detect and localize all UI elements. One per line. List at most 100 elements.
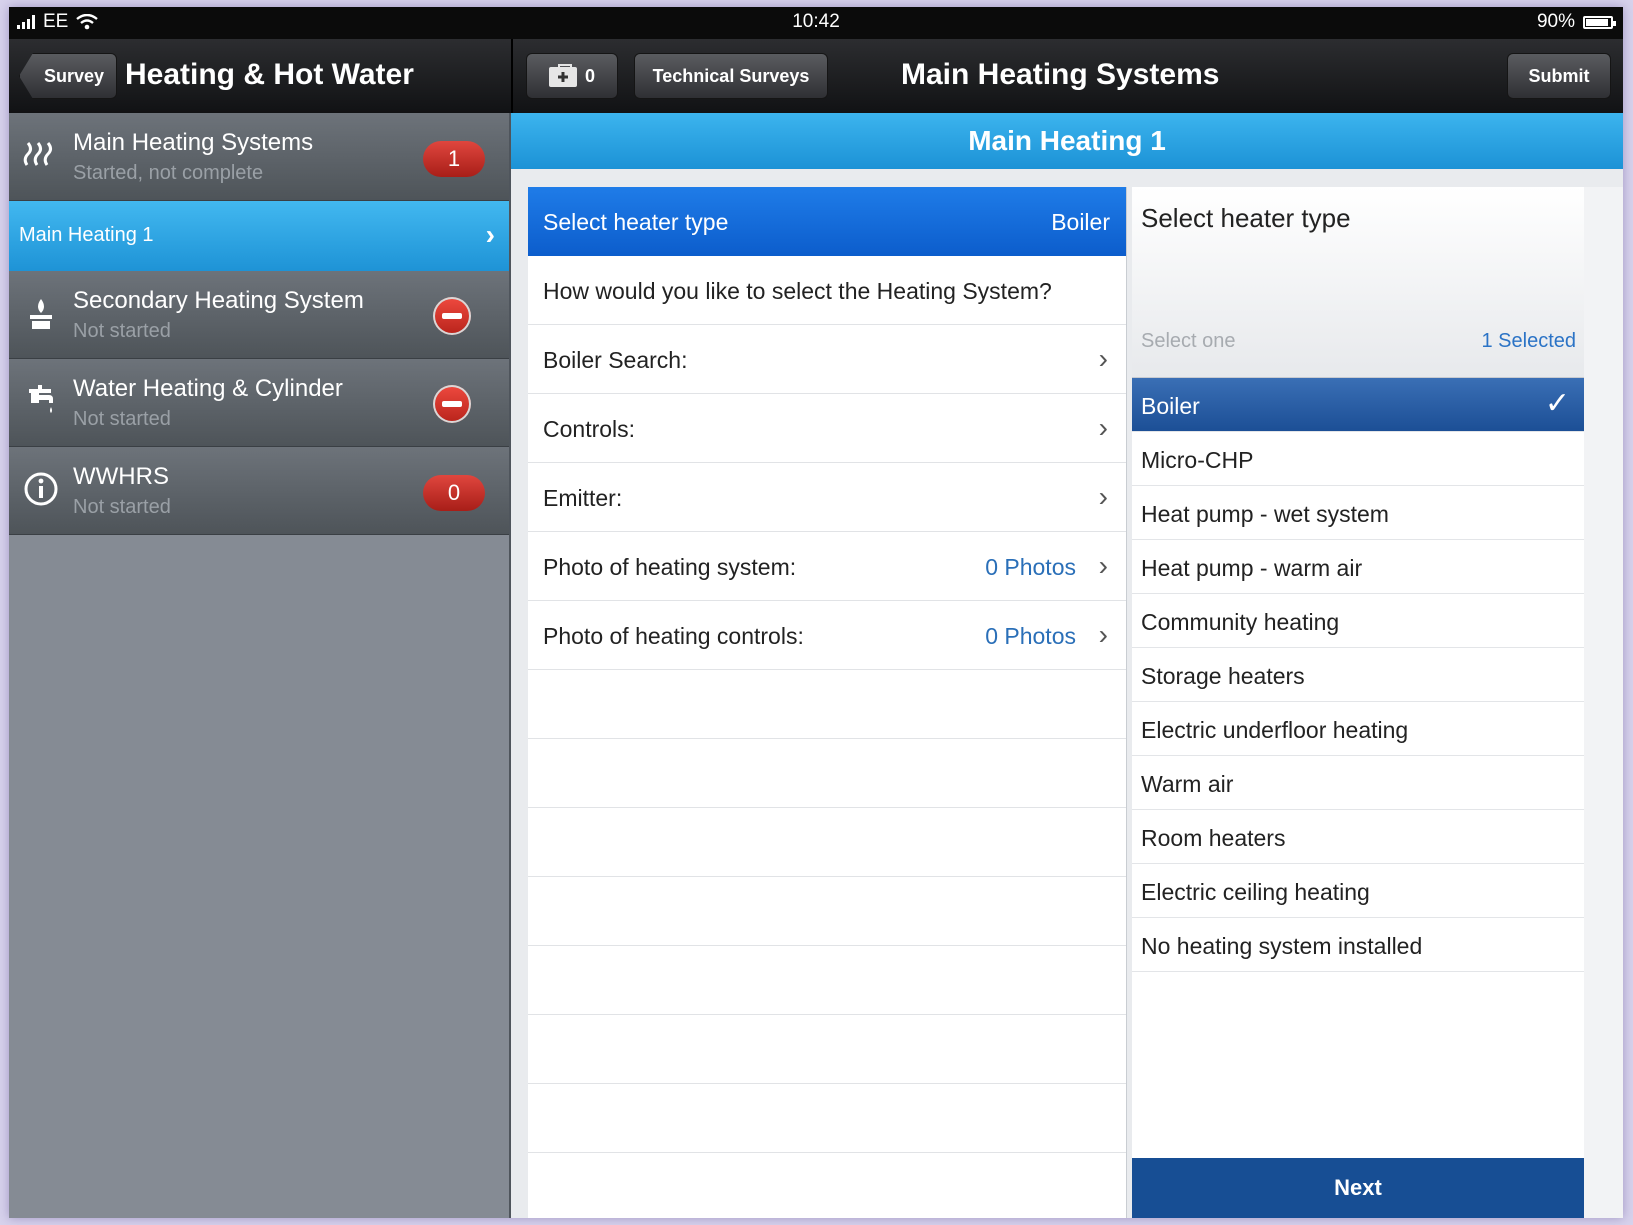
- boiler-search-row[interactable]: Boiler Search: ›: [528, 325, 1126, 394]
- survey-back-button[interactable]: Survey: [19, 53, 117, 99]
- photo-count: 0 Photos: [985, 554, 1076, 580]
- sidebar-item-water-heating[interactable]: Water Heating & Cylinder Not started: [9, 359, 509, 447]
- empty-row: [528, 946, 1126, 1015]
- sidebar: Main Heating Systems Started, not comple…: [9, 113, 511, 1218]
- option-micro-chp[interactable]: Micro-CHP: [1132, 432, 1584, 486]
- option-label: No heating system installed: [1141, 933, 1423, 959]
- option-heat-pump-wet[interactable]: Heat pump - wet system: [1132, 486, 1584, 540]
- count-badge: 1: [423, 141, 485, 177]
- empty-row: [528, 1153, 1126, 1218]
- not-started-icon: [433, 297, 471, 335]
- sidebar-item-secondary-heating[interactable]: Secondary Heating System Not started: [9, 271, 509, 359]
- option-label: Boiler: [1141, 393, 1200, 419]
- picker-title: Select heater type: [1141, 203, 1351, 233]
- empty-row: [528, 808, 1126, 877]
- sidebar-item-title: Water Heating & Cylinder: [73, 375, 343, 402]
- selected-count: 1 Selected: [1481, 330, 1576, 352]
- option-label: Micro-CHP: [1141, 447, 1254, 473]
- option-storage-heaters[interactable]: Storage heaters: [1132, 648, 1584, 702]
- sidebar-item-status: Not started: [73, 408, 171, 430]
- picker-margin: [1584, 187, 1623, 1218]
- option-label: Room heaters: [1141, 825, 1286, 851]
- row-label: Photo of heating system:: [543, 554, 797, 580]
- picker-hint: Select one: [1141, 330, 1236, 352]
- option-community-heating[interactable]: Community heating: [1132, 594, 1584, 648]
- medical-kit-icon: [548, 64, 577, 88]
- heater-type-row[interactable]: Select heater type Boiler: [528, 187, 1126, 256]
- status-bar: EE 10:42 90%: [9, 7, 1623, 39]
- option-label: Electric underfloor heating: [1141, 717, 1409, 743]
- info-icon: [21, 469, 61, 509]
- option-label: Heat pump - wet system: [1141, 501, 1389, 527]
- sidebar-subitem-label: Main Heating 1: [19, 224, 154, 246]
- chevron-right-icon: ›: [1098, 481, 1108, 512]
- option-electric-ceiling[interactable]: Electric ceiling heating: [1132, 864, 1584, 918]
- empty-row: [528, 670, 1126, 739]
- technical-surveys-button[interactable]: Technical Surveys: [634, 53, 828, 99]
- option-label: Heat pump - warm air: [1141, 555, 1363, 581]
- sidebar-title: Heating & Hot Water: [125, 58, 414, 91]
- chevron-right-icon: ›: [485, 219, 495, 250]
- tap-icon: [21, 381, 61, 421]
- nav-divider: [511, 39, 513, 113]
- fireplace-icon: [21, 293, 61, 333]
- next-button[interactable]: Next: [1132, 1158, 1584, 1218]
- sidebar-item-wwhrs[interactable]: WWHRS Not started 0: [9, 447, 509, 535]
- row-label: Controls:: [543, 416, 636, 442]
- section-header: Main Heating 1: [511, 113, 1623, 169]
- photo-heating-controls-row[interactable]: Photo of heating controls: 0 Photos ›: [528, 601, 1126, 670]
- chevron-right-icon: ›: [1098, 343, 1108, 374]
- sidebar-item-title: Secondary Heating System: [73, 287, 364, 314]
- chevron-right-icon: ›: [1098, 550, 1108, 581]
- controls-row[interactable]: Controls: ›: [528, 394, 1126, 463]
- picker-header: Select heater type Select one 1 Selected: [1132, 187, 1584, 378]
- heater-type-picker: Select heater type Select one 1 Selected…: [1132, 187, 1623, 1218]
- option-boiler[interactable]: Boiler ✓: [1132, 378, 1584, 432]
- clock: 10:42: [792, 11, 840, 32]
- photo-heating-system-row[interactable]: Photo of heating system: 0 Photos ›: [528, 532, 1126, 601]
- row-label: Photo of heating controls:: [543, 623, 804, 649]
- empty-row: [528, 1015, 1126, 1084]
- battery-percent: 90%: [1536, 11, 1575, 32]
- toolkit-count: 0: [584, 65, 595, 86]
- checkmark-icon: ✓: [1544, 387, 1570, 420]
- navigation-bar: Survey Heating & Hot Water 0 Technical S…: [9, 39, 1623, 113]
- chevron-right-icon: ›: [1098, 412, 1108, 443]
- sidebar-item-status: Started, not complete: [73, 162, 264, 184]
- option-warm-air[interactable]: Warm air: [1132, 756, 1584, 810]
- not-started-icon: [433, 385, 471, 423]
- photo-count: 0 Photos: [985, 623, 1076, 649]
- option-label: Electric ceiling heating: [1141, 879, 1370, 905]
- heater-type-value: Boiler: [1051, 209, 1110, 235]
- battery-icon: [1583, 15, 1616, 29]
- sidebar-item-status: Not started: [73, 320, 171, 342]
- option-label: Warm air: [1141, 771, 1234, 797]
- ipad-screen: EE 10:42 90% Survey Heating & Hot Water …: [9, 7, 1623, 1218]
- option-no-heating[interactable]: No heating system installed: [1132, 918, 1584, 972]
- heat-waves-icon: [21, 135, 61, 175]
- toolkit-button[interactable]: 0: [526, 53, 618, 99]
- empty-row: [528, 1084, 1126, 1153]
- question-text: How would you like to select the Heating…: [543, 278, 1052, 304]
- empty-row: [528, 877, 1126, 946]
- option-heat-pump-air[interactable]: Heat pump - warm air: [1132, 540, 1584, 594]
- page-title: Main Heating Systems: [901, 58, 1220, 91]
- option-label: Storage heaters: [1141, 663, 1305, 689]
- option-room-heaters[interactable]: Room heaters: [1132, 810, 1584, 864]
- option-label: Community heating: [1141, 609, 1340, 635]
- sidebar-item-status: Not started: [73, 496, 171, 518]
- row-label: Emitter:: [543, 485, 623, 511]
- sidebar-subitem-main-heating-1[interactable]: Main Heating 1 ›: [9, 201, 509, 271]
- sidebar-item-main-heating-systems[interactable]: Main Heating Systems Started, not comple…: [9, 113, 509, 201]
- row-label: Boiler Search:: [543, 347, 688, 373]
- sidebar-item-title: WWHRS: [73, 463, 169, 490]
- emitter-row[interactable]: Emitter: ›: [528, 463, 1126, 532]
- empty-row: [528, 739, 1126, 808]
- chevron-right-icon: ›: [1098, 619, 1108, 650]
- count-badge: 0: [423, 475, 485, 511]
- submit-button[interactable]: Submit: [1507, 53, 1611, 99]
- heating-form: Select heater type Boiler How would you …: [528, 187, 1127, 1218]
- option-electric-underfloor[interactable]: Electric underfloor heating: [1132, 702, 1584, 756]
- heater-type-label: Select heater type: [543, 209, 729, 235]
- question-row: How would you like to select the Heating…: [528, 256, 1126, 325]
